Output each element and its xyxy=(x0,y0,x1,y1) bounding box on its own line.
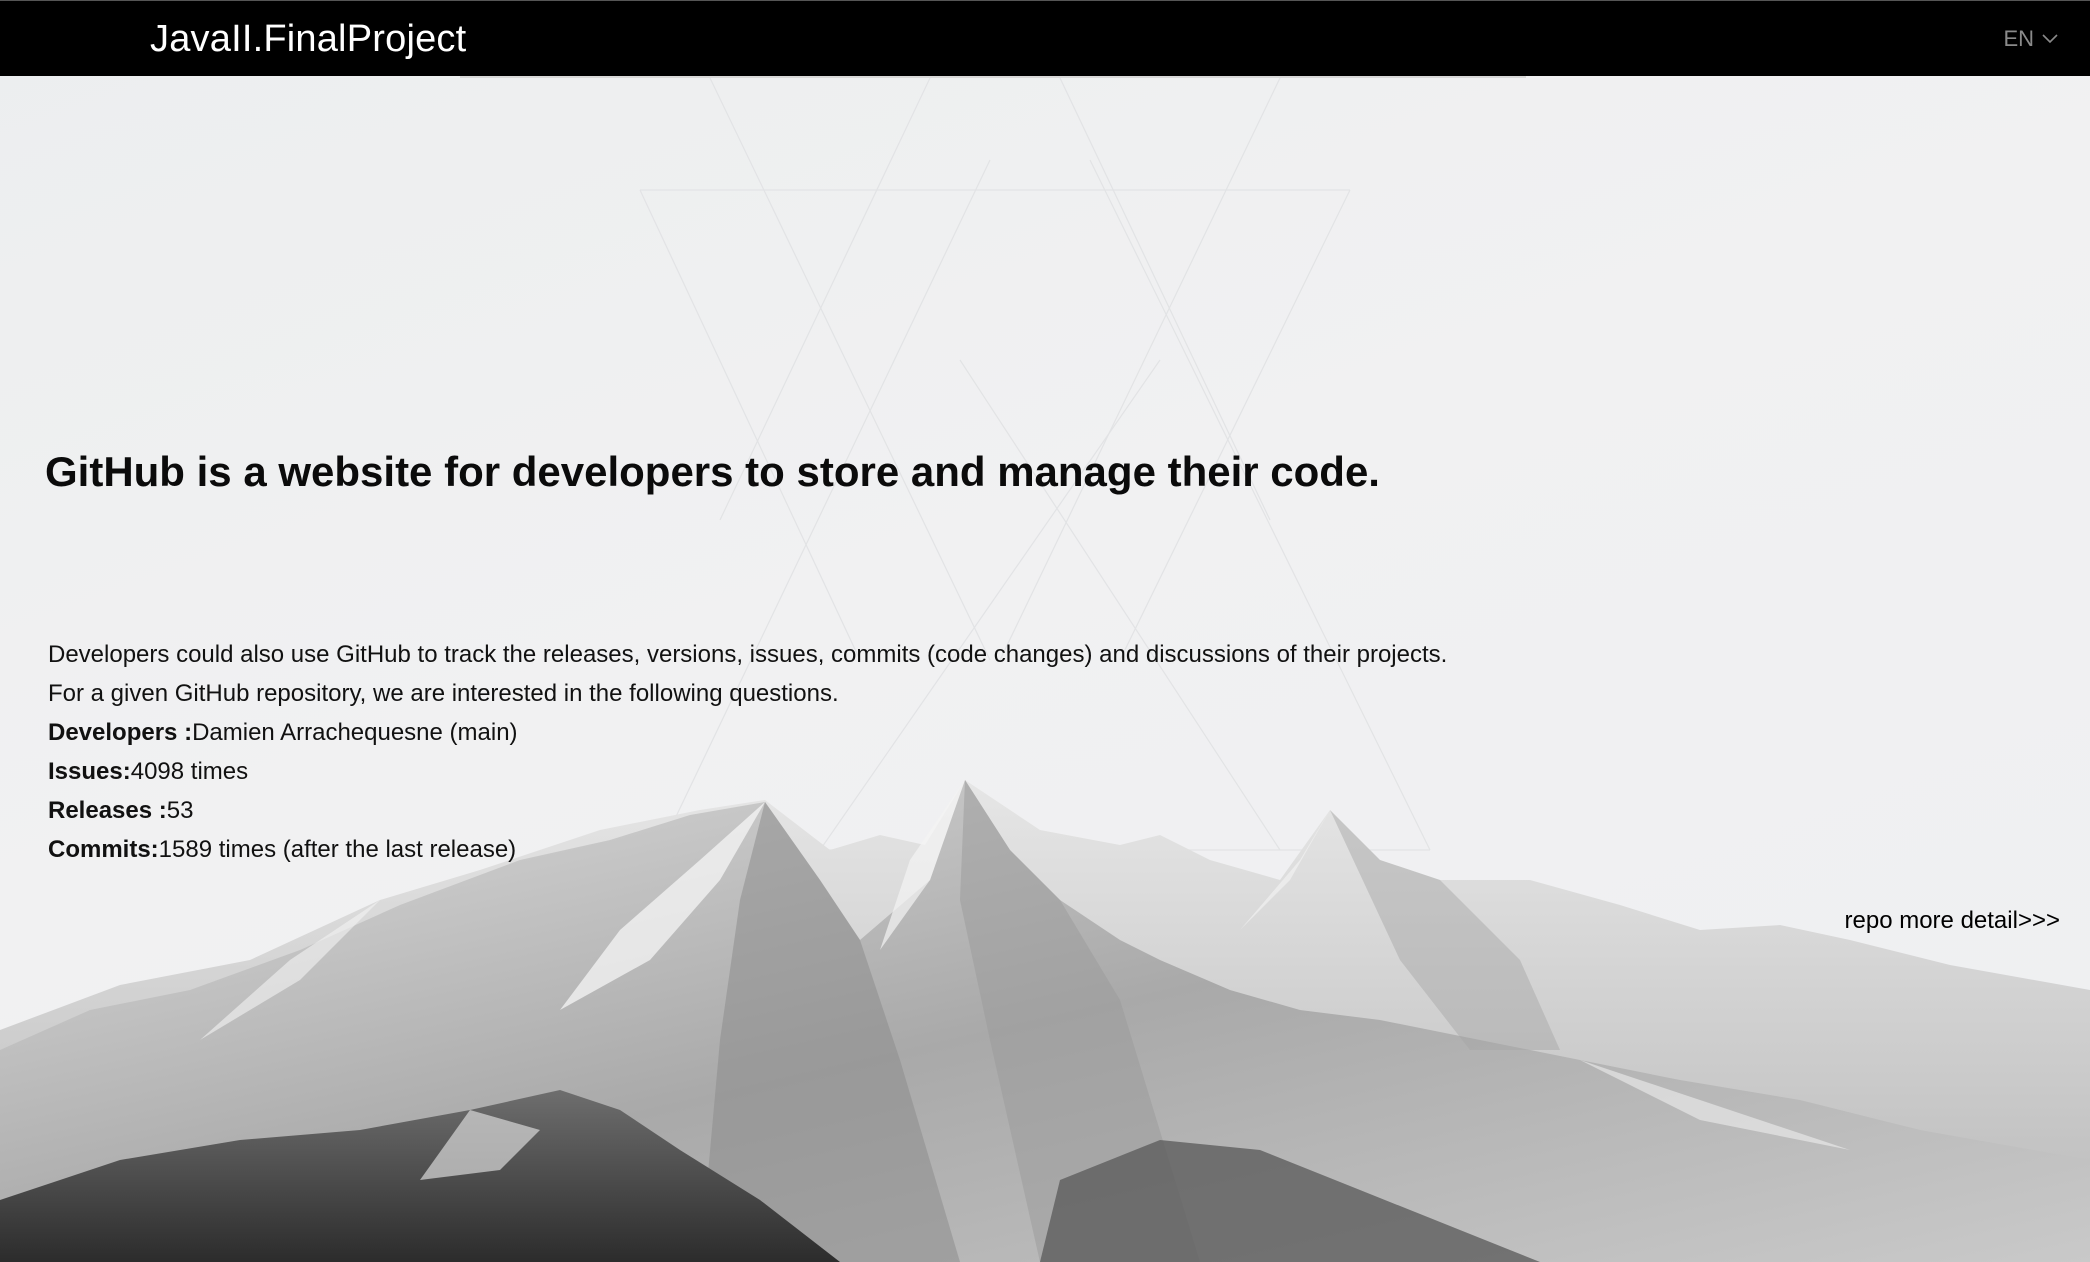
description-line-2: For a given GitHub repository, we are in… xyxy=(48,680,839,707)
mountain-image xyxy=(0,780,2090,1262)
stat-value: 1589 times (after the last release) xyxy=(158,836,517,863)
stat-label: Releases : xyxy=(48,797,167,824)
stat-developers: Developers :Damien Arrachequesne (main) xyxy=(48,713,1447,752)
stat-releases: Releases :53 xyxy=(48,791,1447,830)
language-dropdown[interactable]: EN xyxy=(2003,25,2058,53)
stat-value: Damien Arrachequesne (main) xyxy=(192,719,518,746)
stat-label: Issues: xyxy=(48,758,131,785)
repo-description: Developers could also use GitHub to trac… xyxy=(48,635,1447,869)
stat-value: 4098 times xyxy=(130,758,249,785)
top-navbar: JavaII.FinalProject EN xyxy=(0,0,2090,76)
stat-label: Developers : xyxy=(48,719,193,746)
description-line-1: Developers could also use GitHub to trac… xyxy=(48,641,1448,668)
stat-issues: Issues:4098 times xyxy=(48,752,1447,791)
brand-link[interactable]: JavaII.FinalProject xyxy=(150,17,466,61)
stat-commits: Commits:1589 times (after the last relea… xyxy=(48,830,1447,869)
page: JavaII.FinalProject EN GitHub is a websi… xyxy=(0,0,2090,1262)
language-label: EN xyxy=(2003,26,2034,51)
stat-value: 53 xyxy=(166,797,194,824)
chevron-down-icon xyxy=(2042,34,2058,44)
repo-more-detail-link[interactable]: repo more detail>>> xyxy=(1845,906,2060,936)
navbar-divider xyxy=(460,76,1526,78)
page-title: GitHub is a website for developers to st… xyxy=(45,448,1380,495)
stat-label: Commits: xyxy=(48,836,159,863)
